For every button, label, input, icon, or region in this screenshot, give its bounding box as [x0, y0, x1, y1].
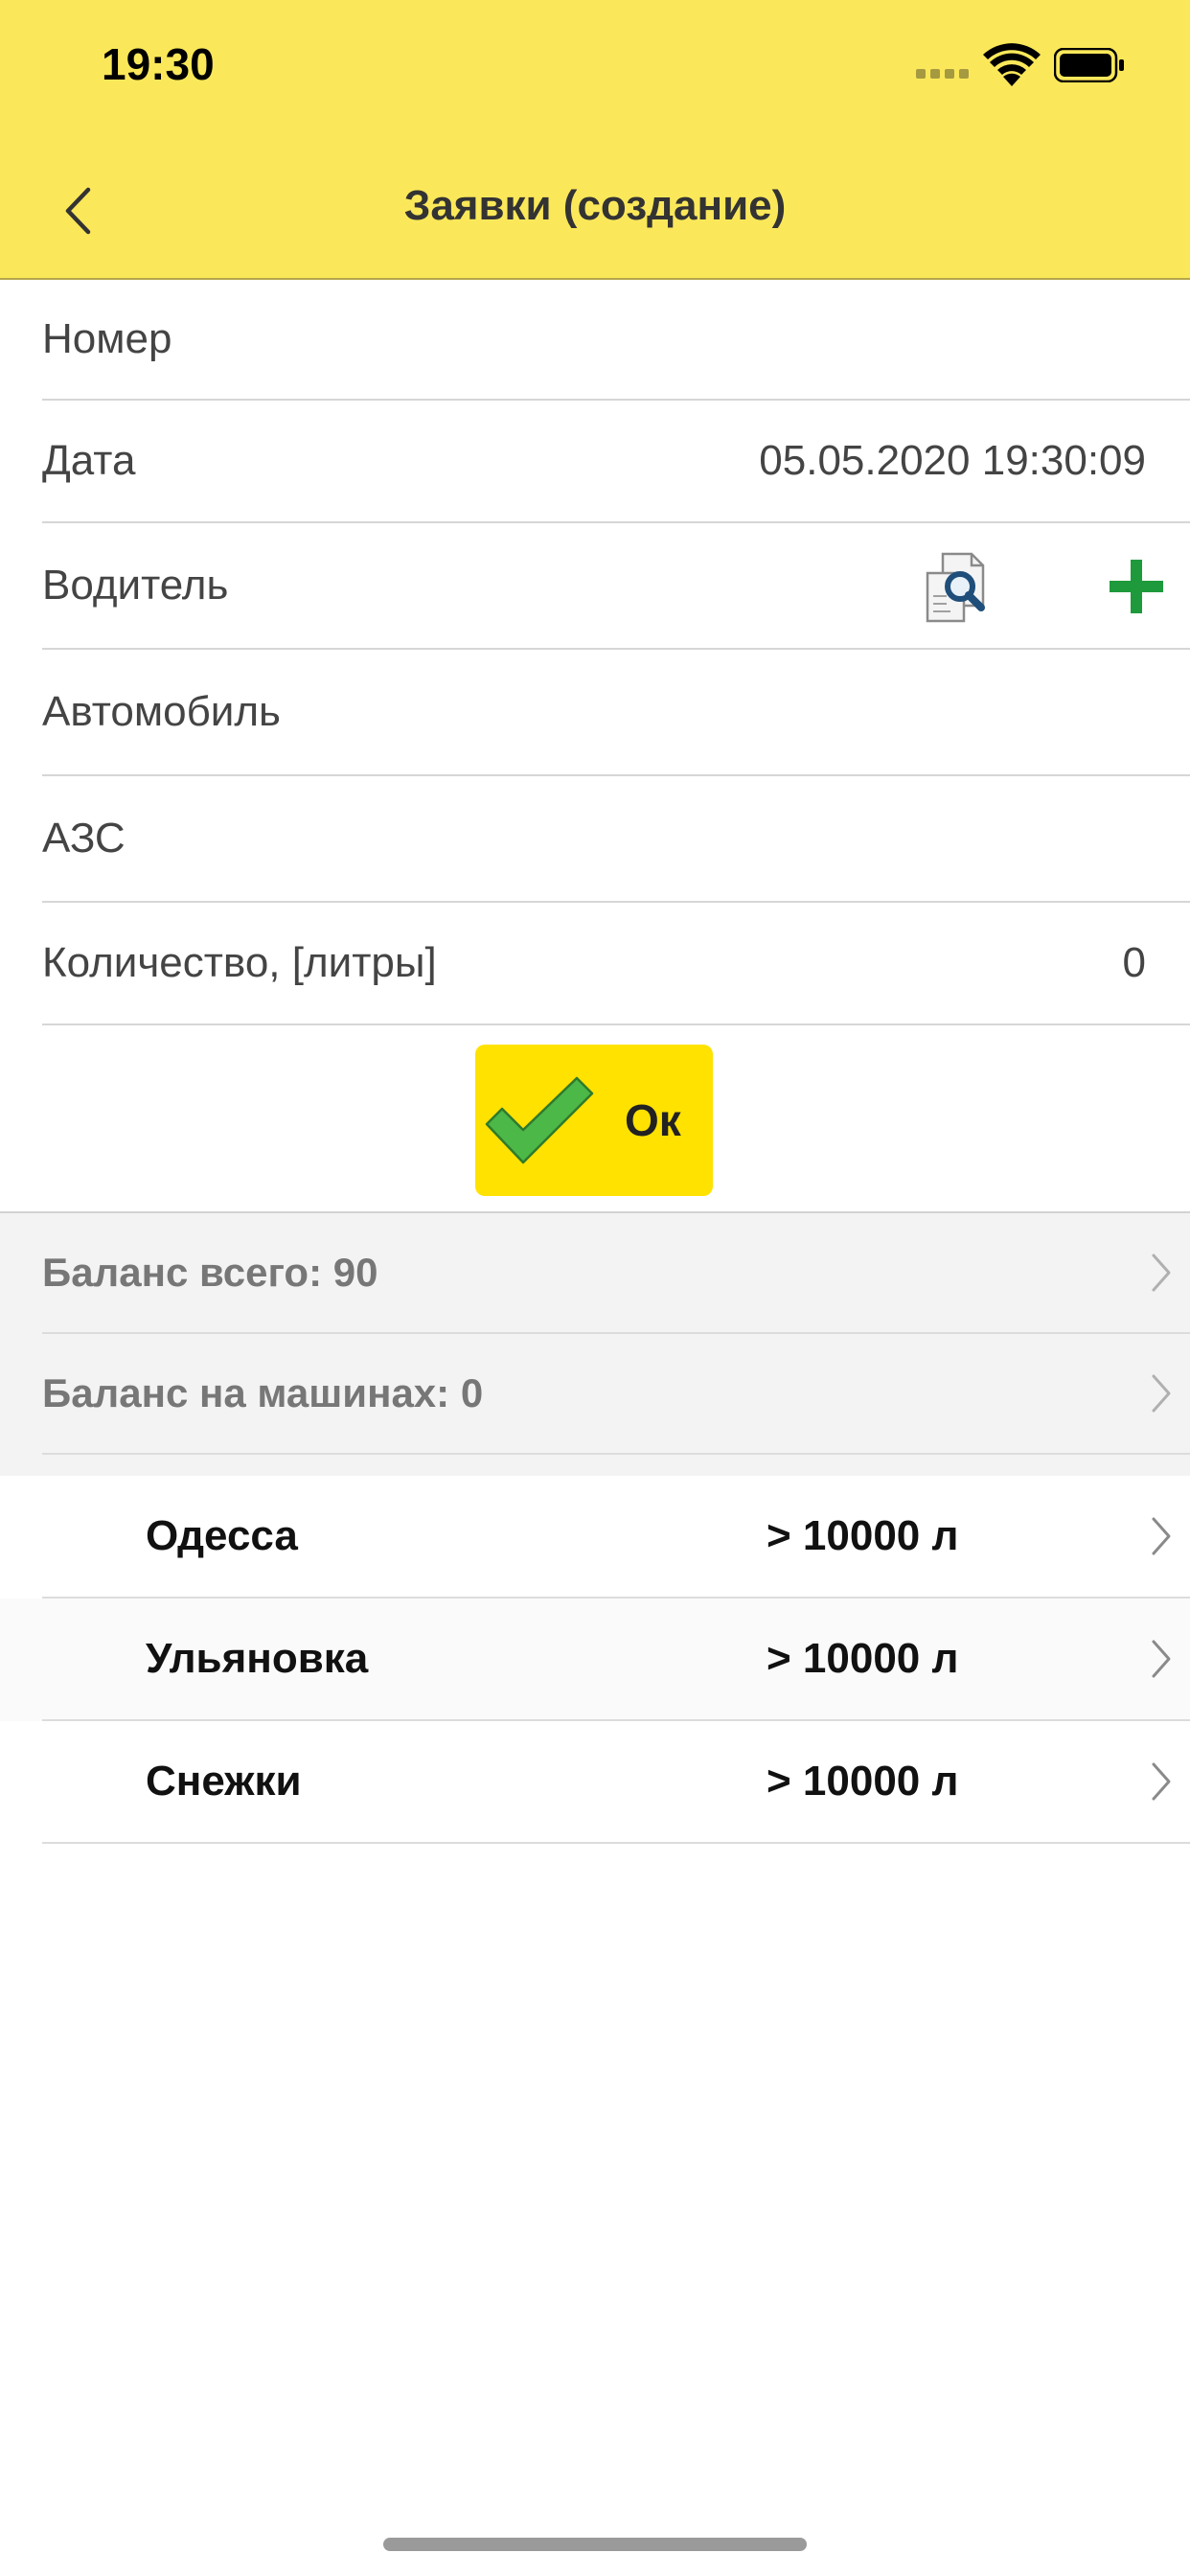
checkmark-icon — [485, 1076, 594, 1164]
date-value: 05.05.2020 19:30:09 — [759, 437, 1146, 484]
balance-section: Баланс всего: 90 Баланс на машинах: 0 — [0, 1211, 1190, 1476]
page-title: Заявки (создание) — [403, 182, 787, 229]
driver-label: Водитель — [42, 562, 229, 609]
signal-icon — [916, 69, 970, 80]
station-name: Снежки — [146, 1758, 302, 1805]
balance-cars-row[interactable]: Баланс на машинах: 0 — [42, 1334, 1190, 1455]
ok-button-label: Ок — [625, 1095, 681, 1145]
chevron-right-icon — [1152, 1762, 1171, 1801]
list-item[interactable]: Одесса > 10000 л — [0, 1476, 1190, 1598]
status-time: 19:30 — [102, 39, 215, 89]
list-item[interactable]: Ульяновка > 10000 л — [0, 1598, 1190, 1721]
station-label: АЗС — [42, 815, 126, 862]
quantity-label: Количество, [литры] — [42, 939, 437, 986]
station-name: Ульяновка — [146, 1635, 369, 1682]
station-field[interactable]: АЗС — [42, 776, 1190, 903]
header: 19:30 Заявки (создание) — [0, 0, 1190, 280]
chevron-right-icon — [1152, 1640, 1171, 1678]
date-field[interactable]: Дата 05.05.2020 19:30:09 — [42, 401, 1190, 523]
station-value: > 10000 л — [767, 1635, 959, 1682]
station-value: > 10000 л — [767, 1758, 959, 1805]
ok-area: Ок — [0, 1027, 1190, 1211]
station-value: > 10000 л — [767, 1512, 959, 1559]
driver-field[interactable]: Водитель — [42, 523, 1190, 650]
date-label: Дата — [42, 437, 136, 484]
plus-icon[interactable] — [1106, 556, 1167, 617]
number-field[interactable]: Номер — [42, 280, 1190, 401]
balance-total: Баланс всего: 90 — [42, 1250, 378, 1295]
ok-button[interactable]: Ок — [475, 1045, 713, 1196]
battery-icon — [1054, 48, 1124, 82]
chevron-right-icon — [1152, 1517, 1171, 1555]
request-form: Номер Дата 05.05.2020 19:30:09 Водитель … — [0, 280, 1190, 1025]
chevron-right-icon — [1152, 1374, 1171, 1413]
balance-on-cars: Баланс на машинах: 0 — [42, 1370, 484, 1415]
wifi-icon — [983, 43, 1041, 86]
chevron-right-icon — [1152, 1254, 1171, 1292]
home-indicator — [383, 2538, 807, 2551]
car-label: Автомобиль — [42, 688, 281, 735]
balance-total-row[interactable]: Баланс всего: 90 — [42, 1213, 1190, 1334]
station-name: Одесса — [146, 1512, 298, 1559]
find-document-icon[interactable] — [922, 550, 998, 623]
number-label: Номер — [42, 315, 172, 362]
quantity-value: 0 — [1122, 939, 1146, 986]
car-field[interactable]: Автомобиль — [42, 650, 1190, 776]
list-item[interactable]: Снежки > 10000 л — [0, 1721, 1190, 1844]
quantity-field[interactable]: Количество, [литры] 0 — [42, 903, 1190, 1025]
station-list: Одесса > 10000 л Ульяновка > 10000 л Сне… — [0, 1476, 1190, 1844]
